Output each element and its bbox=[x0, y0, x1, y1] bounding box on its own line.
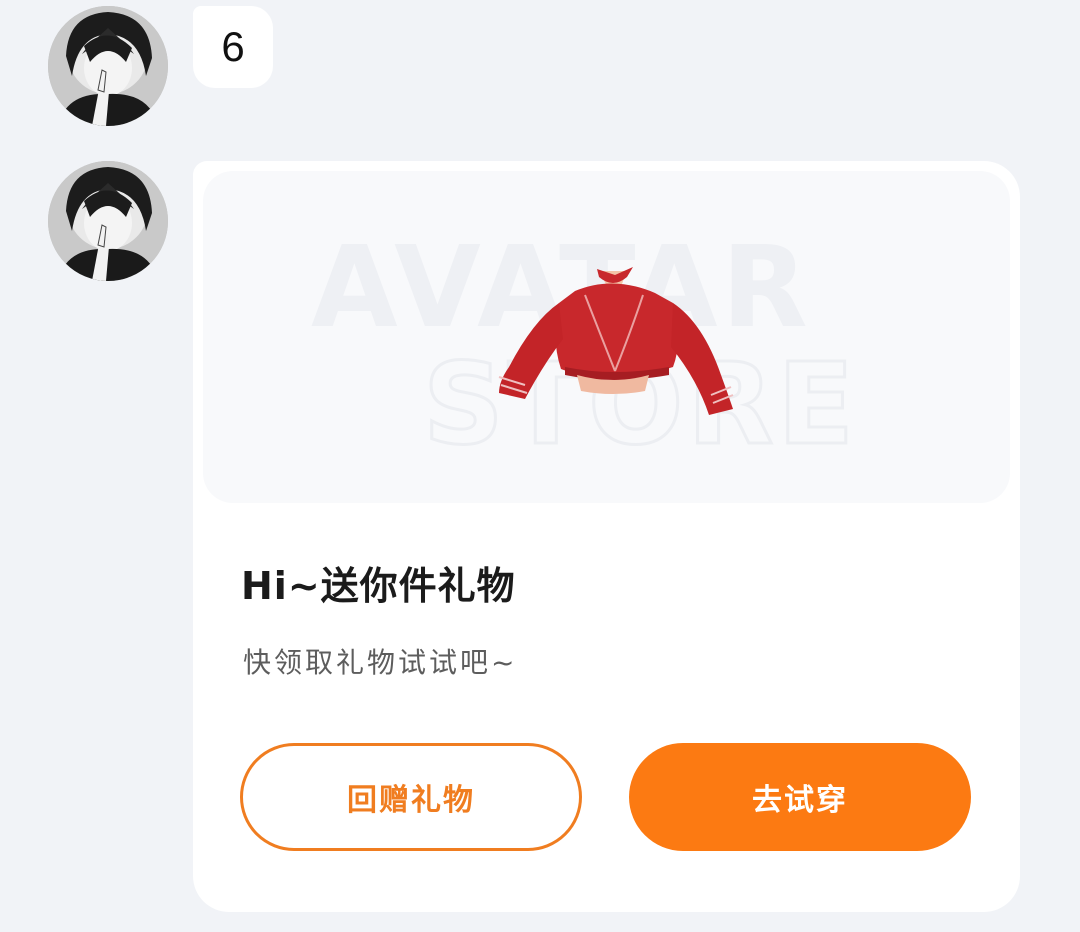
gift-card[interactable]: AVATAR STORE Hi~送你件礼物 快领取礼物试试吧~ 回赠礼物 去试穿 bbox=[193, 161, 1020, 912]
message-text: 6 bbox=[221, 23, 245, 70]
avatar-portrait-icon bbox=[48, 161, 168, 281]
gift-subtitle: 快领取礼物试试吧~ bbox=[243, 646, 518, 679]
sender-avatar[interactable] bbox=[48, 161, 168, 281]
message-bubble-text[interactable]: 6 bbox=[193, 6, 273, 88]
avatar-portrait-icon bbox=[48, 6, 168, 126]
return-gift-label: 回赠礼物 bbox=[347, 783, 475, 818]
sender-avatar[interactable] bbox=[48, 6, 168, 126]
return-gift-button[interactable]: 回赠礼物 bbox=[240, 743, 582, 851]
gift-title: Hi~送你件礼物 bbox=[241, 564, 516, 608]
try-on-label: 去试穿 bbox=[752, 783, 848, 818]
gift-banner: AVATAR STORE bbox=[203, 171, 1010, 503]
try-on-button[interactable]: 去试穿 bbox=[629, 743, 971, 851]
